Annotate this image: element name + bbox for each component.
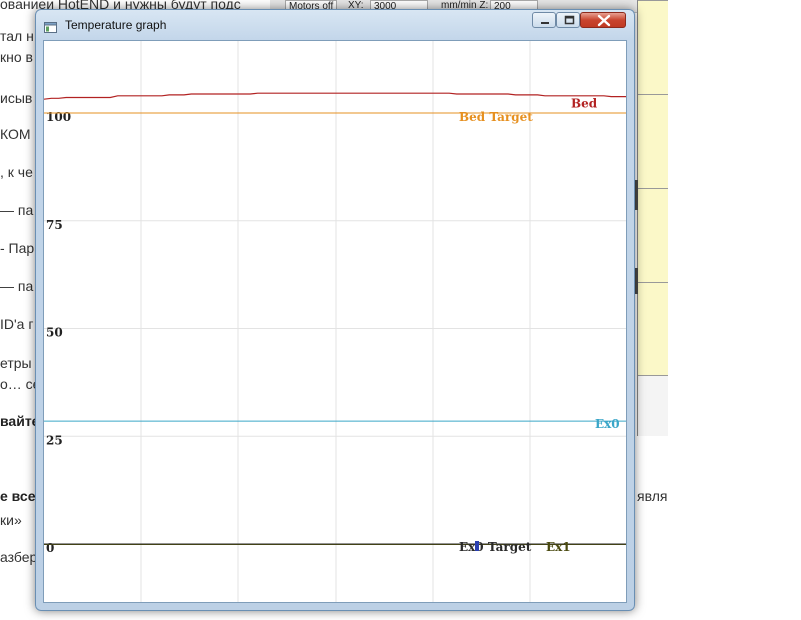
app-window-icon	[44, 18, 57, 33]
bg-text-fragment: е все	[0, 488, 36, 504]
series-label-bed-target: Bed Target	[459, 110, 533, 124]
temperature-graph-window[interactable]: Temperature graph 100 75 50 25 0 Bed Bed Targe…	[35, 9, 635, 611]
maximize-icon	[564, 15, 575, 25]
series-line-bed	[44, 92, 626, 100]
bg-text-fragment: исыв	[0, 90, 33, 106]
background-spreadsheet-grid	[637, 0, 668, 376]
bg-text-fragment: — па	[0, 278, 34, 294]
bg-text-fragment: етры	[0, 355, 32, 371]
y-tick-label: 50	[46, 326, 63, 340]
y-tick-label: 25	[46, 433, 63, 447]
close-button[interactable]	[580, 12, 626, 28]
window-title: Temperature graph	[65, 18, 167, 32]
minimize-icon	[541, 22, 549, 24]
bg-text-fragment: ID'а г	[0, 316, 34, 332]
series-marker-ex0-target	[475, 541, 479, 551]
bg-text-fragment: вайте	[0, 413, 40, 429]
close-icon	[597, 14, 611, 27]
bg-text-fragment: кно в	[0, 49, 33, 65]
temperature-chart: 100 75 50 25 0 Bed Bed Target Ex0 Ex0 Target Ex1	[44, 41, 626, 602]
minimize-button[interactable]	[532, 12, 556, 28]
bg-text-fragment: - Пар	[0, 240, 35, 256]
window-titlebar[interactable]: Temperature graph	[36, 10, 634, 38]
bg-text-fragment: азбер	[0, 549, 38, 565]
y-tick-label: 75	[46, 218, 63, 232]
series-label-ex0-target: Ex0 Target	[459, 540, 532, 554]
bg-text-fragment: КОМ	[0, 126, 31, 142]
series-label-bed: Bed	[571, 97, 598, 111]
bg-text-fragment: — па	[0, 202, 34, 218]
background-panel	[637, 376, 668, 436]
series-label-ex1: Ex1	[546, 540, 571, 554]
bg-text-fragment: ки»	[0, 512, 22, 528]
bg-text-fragment: тал н	[0, 28, 34, 44]
y-tick-label: 0	[46, 541, 54, 555]
series-label-ex0: Ex0	[595, 417, 620, 431]
bg-text-fragment: , к че	[0, 164, 33, 180]
maximize-button[interactable]	[556, 12, 580, 28]
temperature-graph-canvas: 100 75 50 25 0 Bed Bed Target Ex0 Ex0 Target Ex1	[43, 40, 627, 603]
bg-text-fragment: явля	[637, 488, 668, 504]
y-tick-label: 100	[46, 110, 71, 124]
